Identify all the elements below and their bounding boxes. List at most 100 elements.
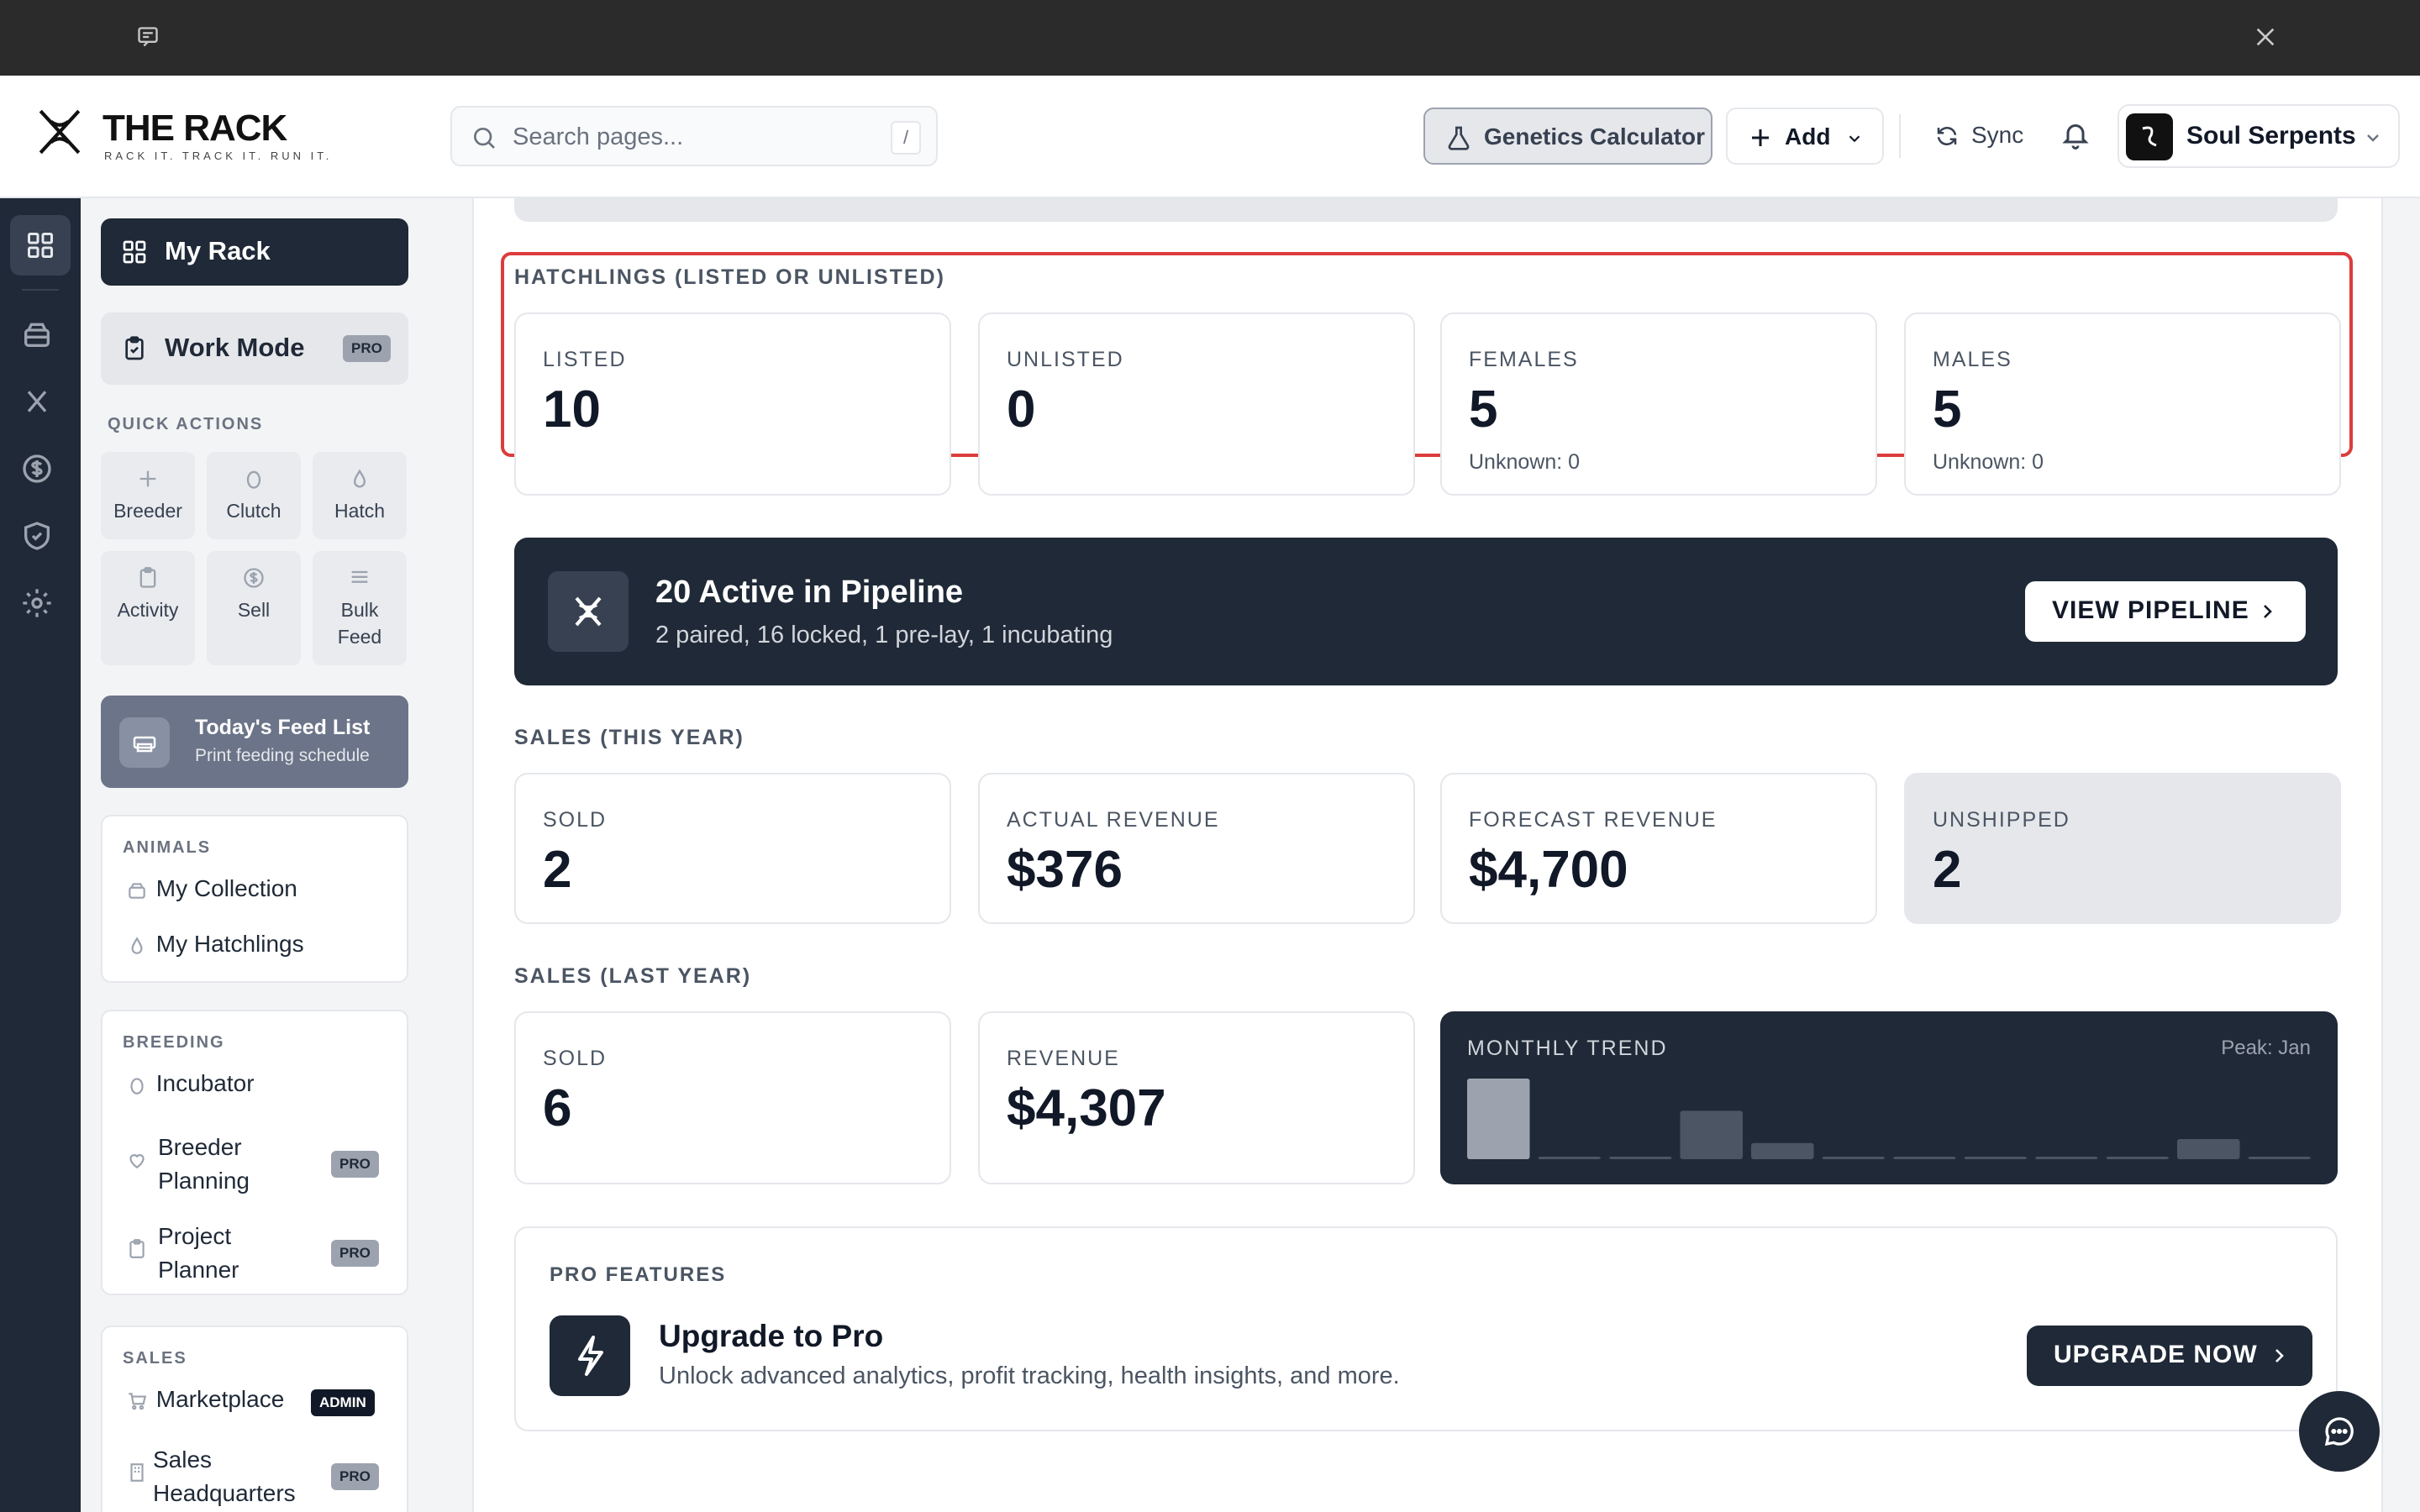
- work-mode-button[interactable]: Work Mode PRO: [101, 312, 408, 385]
- listed-card[interactable]: LISTED 10: [514, 312, 951, 496]
- rail-health[interactable]: [20, 519, 60, 559]
- actual-revenue-card[interactable]: ACTUAL REVENUE $376: [978, 773, 1415, 924]
- stat-label: SOLD: [543, 1047, 608, 1070]
- sold-last-year-card[interactable]: SOLD 6: [514, 1011, 951, 1184]
- search-shortcut: /: [891, 121, 921, 155]
- rail-sales[interactable]: [20, 452, 60, 492]
- list-icon: [351, 570, 368, 583]
- quick-action-breeder[interactable]: Breeder: [101, 452, 195, 539]
- view-pipeline-button[interactable]: VIEW PIPELINE: [2025, 581, 2306, 642]
- upgrade-now-button[interactable]: UPGRADE NOW: [2027, 1326, 2312, 1386]
- sync-button[interactable]: Sync: [1929, 108, 2039, 165]
- drop-icon: [131, 936, 143, 954]
- quick-action-sell[interactable]: Sell: [207, 551, 301, 665]
- account-switcher[interactable]: Soul Serpents: [2118, 104, 2400, 168]
- close-icon[interactable]: [2252, 24, 2279, 50]
- clipboard-icon: [129, 1239, 145, 1258]
- todays-feed-list-button[interactable]: Today's Feed List Print feeding schedule: [101, 696, 408, 788]
- quick-action-clutch[interactable]: Clutch: [207, 452, 301, 539]
- monthly-trend-chart: [1467, 1079, 2311, 1159]
- revenue-last-year-card[interactable]: REVENUE $4,307: [978, 1011, 1415, 1184]
- app-header: THE RACK RACK IT. TRACK IT. RUN IT. Sear…: [0, 76, 2420, 198]
- quick-action-activity[interactable]: Activity: [101, 551, 195, 665]
- pro-badge: PRO: [331, 1151, 379, 1178]
- quick-action-bulk-feed[interactable]: Bulk Feed: [313, 551, 407, 665]
- group-title: BREEDING: [123, 1033, 225, 1052]
- pro-badge: PRO: [343, 335, 391, 362]
- stat-label: REVENUE: [1007, 1047, 1120, 1070]
- trend-bar: [1680, 1110, 1743, 1159]
- bell-icon[interactable]: [2060, 119, 2091, 150]
- sidebar-item-breeder-planning[interactable]: Breeder Planning: [124, 1131, 292, 1198]
- avatar: [2126, 113, 2173, 160]
- my-rack-label: My Rack: [165, 236, 271, 265]
- sold-this-year-card[interactable]: SOLD 2: [514, 773, 951, 924]
- sidebar-item-incubator[interactable]: Incubator: [124, 1067, 255, 1100]
- dollar-icon: [244, 568, 264, 588]
- printer-icon: [119, 717, 170, 768]
- sidebar-item-label: Marketplace: [155, 1386, 285, 1412]
- unlisted-card[interactable]: UNLISTED 0: [978, 312, 1415, 496]
- logo-tagline: RACK IT. TRACK IT. RUN IT.: [104, 150, 333, 162]
- sidebar-item-label: Sales Headquarters: [153, 1446, 296, 1506]
- trend-bar: [1751, 1142, 1814, 1159]
- stat-value: $4,307: [1007, 1079, 1166, 1137]
- forecast-revenue-card[interactable]: FORECAST REVENUE $4,700: [1440, 773, 1877, 924]
- trend-label: MONTHLY TREND: [1467, 1037, 1668, 1060]
- search-icon: [474, 128, 495, 149]
- sidebar-item-label: My Hatchlings: [155, 931, 304, 957]
- genetics-calculator-label: Genetics Calculator: [1484, 123, 1705, 150]
- refresh-icon: [1937, 127, 1957, 145]
- sidebar-item-project-planner[interactable]: Project Planner: [124, 1220, 292, 1287]
- my-rack-button[interactable]: My Rack: [101, 218, 408, 286]
- quick-actions-title: QUICK ACTIONS: [108, 415, 264, 433]
- add-button[interactable]: Add: [1726, 108, 1884, 165]
- egg-icon: [130, 1077, 144, 1095]
- rail-dashboard[interactable]: [10, 215, 71, 276]
- trend-bar: [1822, 1157, 1885, 1159]
- admin-badge: ADMIN: [311, 1389, 375, 1416]
- sidebar-item-sales-headquarters[interactable]: Sales Headquarters: [124, 1443, 309, 1510]
- upgrade-heading: Upgrade to Pro: [659, 1319, 884, 1353]
- message-icon[interactable]: [136, 25, 160, 49]
- group-title: SALES: [123, 1349, 187, 1368]
- sidebar-item-label: Incubator: [155, 1070, 255, 1096]
- logo-icon: [39, 109, 81, 155]
- pro-badge: PRO: [331, 1240, 379, 1267]
- pro-features-title: PRO FEATURES: [550, 1263, 727, 1286]
- chat-button[interactable]: [2299, 1391, 2380, 1472]
- rail-collection[interactable]: [20, 318, 60, 358]
- stat-value: 6: [543, 1079, 572, 1137]
- unshipped-card[interactable]: UNSHIPPED 2: [1904, 773, 2341, 924]
- quick-action-label: Clutch: [226, 500, 281, 522]
- group-title: ANIMALS: [123, 838, 212, 857]
- dashboard-panel: HATCHLINGS (LISTED OR UNLISTED) LISTED 1…: [472, 198, 2383, 1512]
- stat-label: FEMALES: [1469, 348, 1579, 371]
- males-card[interactable]: MALES 5 Unknown: 0: [1904, 312, 2341, 496]
- search-input[interactable]: Search pages... /: [450, 106, 938, 166]
- quick-action-hatch[interactable]: Hatch: [313, 452, 407, 539]
- grid-icon: [28, 233, 53, 258]
- stat-value: 5: [1469, 381, 1498, 438]
- rail-settings[interactable]: [20, 586, 60, 627]
- dollar-icon: [23, 454, 51, 483]
- females-card[interactable]: FEMALES 5 Unknown: 0: [1440, 312, 1877, 496]
- trend-bar: [2248, 1157, 2311, 1159]
- monthly-trend-card: MONTHLY TREND Peak: Jan: [1440, 1011, 2338, 1184]
- view-pipeline-label: VIEW PIPELINE: [2052, 596, 2249, 624]
- sales-group: SALES Marketplace ADMIN Sales Headquarte…: [101, 1326, 408, 1512]
- chevron-right-icon: [2264, 605, 2272, 618]
- pipeline-title: 20 Active in Pipeline: [655, 575, 964, 610]
- stat-label: FORECAST REVENUE: [1469, 808, 1718, 832]
- sidebar-item-marketplace[interactable]: Marketplace: [124, 1383, 284, 1416]
- chevron-down-icon: [2367, 134, 2379, 142]
- stat-value: 2: [1933, 841, 1962, 899]
- rail-breeding[interactable]: [20, 385, 60, 425]
- genetics-calculator-button[interactable]: Genetics Calculator: [1423, 108, 1712, 165]
- breeding-group: BREEDING Incubator Breeder Planning PRO …: [101, 1010, 408, 1295]
- sidebar-item-my-hatchlings[interactable]: My Hatchlings: [124, 927, 304, 961]
- sidebar-item-label: My Collection: [155, 875, 297, 901]
- main-content: HATCHLINGS (LISTED OR UNLISTED) LISTED 1…: [472, 198, 2420, 1512]
- sidebar-item-my-collection[interactable]: My Collection: [124, 872, 297, 906]
- quick-action-label: Activity: [117, 599, 179, 621]
